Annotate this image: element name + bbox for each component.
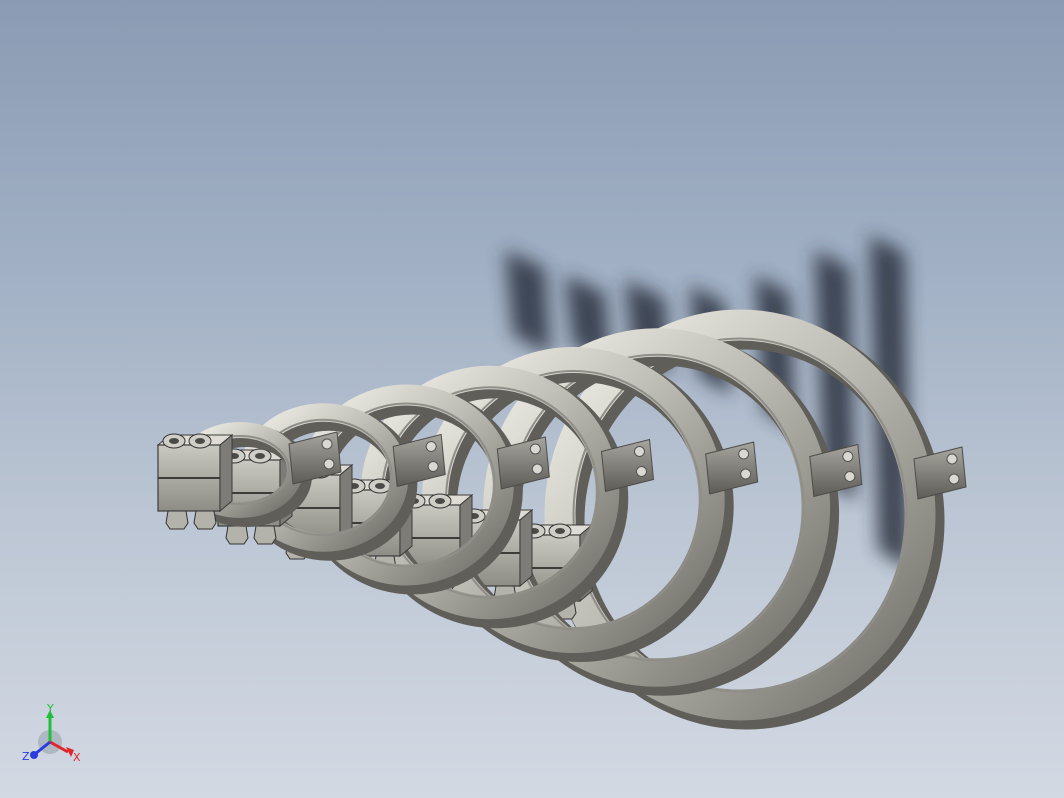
z-axis-arrowhead: [30, 751, 38, 759]
x-axis-label: X: [73, 751, 81, 764]
hex-socket: [169, 438, 179, 444]
orientation-triad: Y X Z: [22, 704, 81, 764]
hex-nut: [253, 525, 277, 545]
model-view[interactable]: [0, 0, 1064, 798]
bolt-block-side: [219, 433, 233, 513]
hex-nut: [225, 525, 249, 545]
graphics-viewport[interactable]: Y X Z: [0, 0, 1064, 798]
hinge-pin: [738, 448, 750, 460]
hinge-pin: [740, 468, 752, 480]
hex-nut: [193, 510, 217, 530]
hinge-pin: [323, 458, 335, 470]
y-axis-label: Y: [46, 704, 54, 715]
hinge-pin: [946, 453, 958, 465]
shadow-silhouette: [505, 250, 551, 355]
hex-socket: [195, 438, 205, 444]
hinge-pin: [634, 446, 645, 457]
hinge-pin: [842, 451, 854, 462]
hinge-pin: [844, 471, 856, 482]
hinge-pin: [636, 466, 647, 477]
hinge-pin: [427, 461, 439, 472]
clamp-assembly[interactable]: [156, 309, 967, 730]
hinge-pin: [321, 438, 333, 450]
hinge-pin: [529, 443, 541, 455]
hex-socket: [435, 498, 445, 504]
bolt-block-side: [519, 508, 533, 588]
hinge-pin: [425, 441, 437, 452]
hex-socket: [375, 483, 385, 489]
hex-nut: [165, 510, 189, 530]
z-axis-label: Z: [22, 750, 30, 763]
hinge-pin: [531, 463, 543, 475]
hinge-pin: [948, 473, 960, 485]
hex-socket: [255, 453, 265, 459]
hex-socket: [555, 528, 565, 534]
